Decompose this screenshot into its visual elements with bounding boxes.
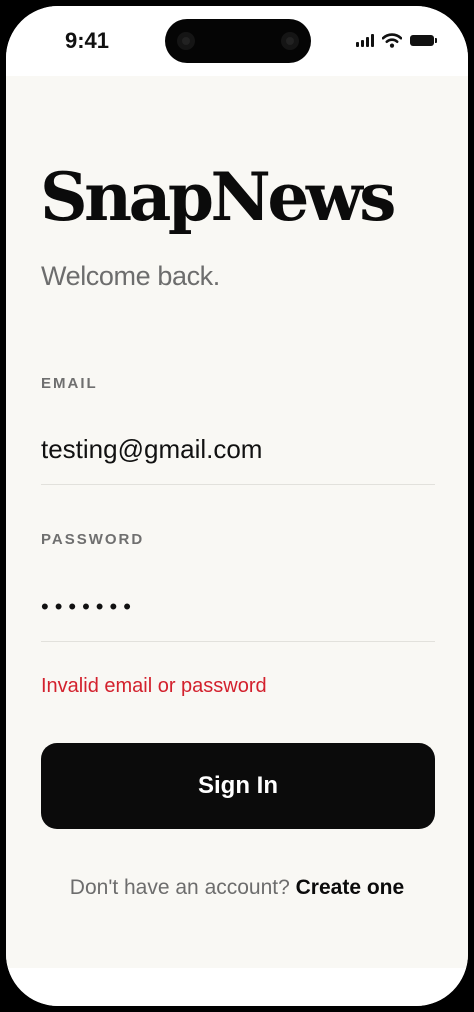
signup-prompt-text: Don't have an account?	[69, 876, 290, 899]
status-time: 9:41	[65, 28, 110, 53]
welcome-subtitle: Welcome back.	[41, 261, 220, 291]
status-bar: 9:41	[6, 6, 468, 76]
email-field[interactable]	[41, 415, 435, 485]
password-label: PASSWORD	[41, 531, 145, 548]
signup-prompt: Don't have an account? Create one	[6, 876, 468, 900]
email-label: EMAIL	[41, 375, 98, 392]
sign-in-button[interactable]: Sign In	[41, 743, 435, 829]
screen: 9:41 SnapNews Welcome back. EMAIL testin…	[6, 6, 468, 1006]
dynamic-island	[165, 19, 311, 63]
camera-icon	[177, 32, 195, 50]
battery-icon	[410, 34, 437, 46]
home-indicator-area	[6, 968, 468, 1006]
phone-frame: 9:41 SnapNews Welcome back. EMAIL testin…	[0, 0, 474, 1012]
sensor-icon	[281, 32, 299, 50]
password-field[interactable]	[41, 572, 435, 642]
error-message: Invalid email or password	[41, 675, 267, 697]
create-account-link[interactable]: Create one	[296, 876, 405, 899]
wifi-icon	[382, 32, 402, 48]
app-logo: SnapNews	[40, 158, 396, 236]
cellular-signal-icon	[356, 33, 374, 47]
login-screen: SnapNews Welcome back. EMAIL PASSWORD In…	[6, 76, 468, 968]
status-icons	[356, 32, 437, 48]
